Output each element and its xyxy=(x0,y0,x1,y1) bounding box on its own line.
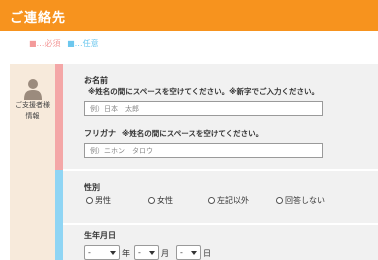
radio-circle[interactable] xyxy=(148,197,155,204)
birth-year-value: - xyxy=(88,248,91,257)
name-input[interactable] xyxy=(84,101,323,116)
person-icon xyxy=(24,79,42,100)
gender-option-female[interactable]: 女性 xyxy=(148,195,173,206)
month-unit: 月 xyxy=(161,249,169,258)
required-indicator xyxy=(55,64,63,170)
furigana-input[interactable] xyxy=(84,143,323,158)
legend: ■…必須 ■…任意 xyxy=(29,38,99,49)
row-divider xyxy=(63,169,378,171)
birth-month-value: - xyxy=(138,248,141,257)
chevron-down-icon xyxy=(149,250,155,255)
furigana-label: フリガナ xyxy=(84,129,116,138)
row-divider xyxy=(63,223,378,225)
gender-option-no-answer[interactable]: 回答しない xyxy=(276,195,325,206)
radio-circle[interactable] xyxy=(276,197,283,204)
name-label: お名前 xyxy=(84,76,108,85)
section-label: ご支援者様 情報 xyxy=(10,100,55,122)
gender-label: 性別 xyxy=(84,183,100,192)
day-unit: 日 xyxy=(203,249,211,258)
page-header: ご連絡先 xyxy=(0,0,378,31)
chevron-down-icon xyxy=(110,250,116,255)
birth-day-value: - xyxy=(180,248,183,257)
legend-optional: ■…任意 xyxy=(67,39,99,48)
gender-option-label: 女性 xyxy=(157,196,173,205)
radio-circle[interactable] xyxy=(86,197,93,204)
supporter-info-panel: ご支援者様 情報 お名前 ※姓名の間にスペースを空けてください。※新字でご入力く… xyxy=(10,64,378,260)
legend-required: ■…必須 xyxy=(29,39,61,48)
chevron-down-icon xyxy=(191,250,197,255)
gender-option-other[interactable]: 左記以外 xyxy=(208,195,249,206)
birth-day-select[interactable]: - xyxy=(176,245,201,260)
furigana-note: ※姓名の間にスペースを空けてください。 xyxy=(122,129,264,138)
gender-option-label: 回答しない xyxy=(285,196,325,205)
gender-option-label: 男性 xyxy=(95,196,111,205)
optional-indicator xyxy=(55,170,63,260)
year-unit: 年 xyxy=(122,249,130,258)
birth-year-select[interactable]: - xyxy=(84,245,120,260)
radio-circle[interactable] xyxy=(208,197,215,204)
section-label-line2: 情報 xyxy=(25,112,40,120)
section-label-line1: ご支援者様 xyxy=(15,101,50,109)
gender-option-male[interactable]: 男性 xyxy=(86,195,111,206)
birth-month-select[interactable]: - xyxy=(134,245,159,260)
birthdate-label: 生年月日 xyxy=(84,231,116,240)
gender-option-label: 左記以外 xyxy=(217,196,249,205)
page-title: ご連絡先 xyxy=(10,11,67,26)
section-sidebar: ご支援者様 情報 xyxy=(10,64,55,260)
name-note: ※姓名の間にスペースを空けてください。※新字でご入力ください。 xyxy=(88,87,319,96)
